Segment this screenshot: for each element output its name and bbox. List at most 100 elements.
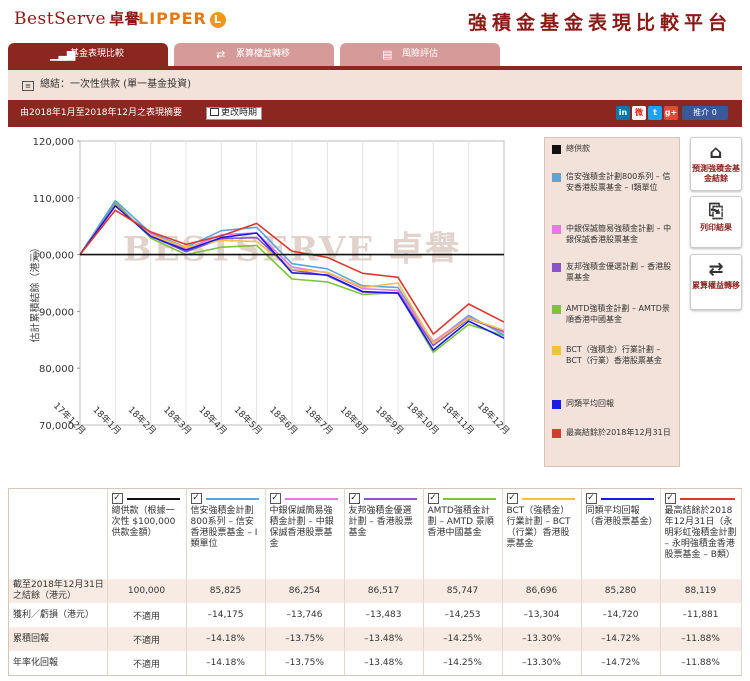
series-line-swatch [679,498,735,500]
change-period-button[interactable]: 更改時期 [206,107,263,120]
lipper-logo: LIPPER L [138,9,226,28]
y-tick-label: 110,000 [33,194,74,205]
checkbox-checked-icon[interactable]: ✓ [585,493,597,504]
legend-label: 總供款 [566,144,590,153]
column-header-label: BCT（強積金）行業計劃 – BCT（行業）香港股票基金 [506,506,571,549]
print-icon: ⎘ [708,201,724,222]
chart-legend: 總供款信安強積金計劃800系列 – 信安香港股票基金 – I類單位 中銀保誠簡易強… [544,137,680,467]
transfer-button[interactable]: ⇄ 累算權益轉移 [690,254,742,310]
table-cell: –11.88% [660,627,742,651]
table-cell: –14.72% [581,627,661,651]
projection-button[interactable]: ⌂ 預測強積金基金結餘 [690,137,742,191]
table-cell: –11.88% [660,651,742,675]
column-toggle[interactable]: ✓ [664,492,737,506]
header: BestServe 卓譽 LIPPER L 強積金基金表現比較平台 [0,0,750,42]
checkbox-checked-icon[interactable]: ✓ [664,493,676,504]
linkedin-icon[interactable]: in [616,106,630,120]
table-corner [9,489,108,579]
tab-benefit-transfer[interactable]: ⇄ 累算權益轉移 [174,43,334,66]
y-tick-label: 120,000 [33,137,74,148]
legend-item[interactable]: BCT（強積金）行業計劃 – BCT（行業）香港股票基金 [552,345,676,366]
projection-label: 預測強積金基金結餘 [692,164,740,183]
checkbox-checked-icon[interactable]: ✓ [427,493,439,504]
column-header: ✓ AMTD強積金計劃 – AMTD 景順香港中國基金 [423,489,503,579]
print-button[interactable]: ⎘ 列印結果 [690,196,742,248]
breadcrumb-text: 總結：一次性供款 (單一基金投資) [40,79,191,90]
legend-label: AMTD強積金計劃 – AMTD景順香港中國基金 [566,304,670,324]
table-cell: 不適用 [107,651,187,675]
main-tabs: ▁▃▆ 基金表現比較 ⇄ 累算權益轉移 ▤ 風險評估 [8,43,742,66]
table-cell: 86,254 [265,579,345,603]
tab-label: 基金表現比較 [70,49,125,59]
legend-label: 同類平均回報 [566,399,614,408]
column-toggle[interactable]: ✓ [190,492,261,506]
table-cell: –14.18% [186,627,266,651]
column-toggle[interactable]: ✓ [348,492,419,506]
legend-item[interactable]: AMTD強積金計劃 – AMTD景順香港中國基金 [552,304,676,325]
checkbox-checked-icon[interactable]: ✓ [269,493,281,504]
results-table: ✓ 總供款（根據一次性 $100,000 供款金額） ✓ 信安強積金計劃800系列 –… [9,489,742,675]
series-line-swatch [521,498,575,500]
column-toggle[interactable]: ✓ [111,492,182,506]
legend-item[interactable]: 同類平均回報 [552,399,676,410]
checkbox-checked-icon[interactable]: ✓ [190,493,202,504]
change-period-label: 更改時期 [221,108,258,118]
legend-item[interactable]: 總供款 [552,144,676,155]
column-header: ✓ 中銀保誠簡易強積金計劃 – 中銀保誠香港股票基金 [265,489,345,579]
y-axis-label: 估計累積結餘（港元） [30,242,42,343]
google-plus-icon[interactable]: g+ [664,106,678,120]
row-label: 年率化回報 [9,651,108,675]
table-cell: –14,253 [423,603,503,627]
table-cell: –13.75% [265,627,345,651]
legend-label: 信安強積金計劃800系列 – 信安香港股票基金 – I類單位 [566,172,671,192]
table-cell: –14,175 [186,603,266,627]
series-line-swatch [442,498,496,500]
legend-item[interactable]: 友邦強積金優選計劃 – 香港股票基金 [552,262,676,283]
tab-risk-assessment[interactable]: ▤ 風險評估 [340,43,500,66]
summary-icon: ≡ [22,81,34,91]
legend-item[interactable]: 中銀保誠簡易強積金計劃 – 中銀保誠香港股票基金 [552,224,676,245]
twitter-icon[interactable]: t [648,106,662,120]
column-toggle[interactable]: ✓ [269,492,340,506]
table-cell: –14.25% [423,627,503,651]
balance-chart: BESTSERVE 卓譽 120,000 110,000 100,000 90,000 8… [8,127,544,480]
swap-arrows-icon: ⇄ [216,48,226,61]
facebook-like-button[interactable]: 推介 0 [682,106,728,120]
page-title: 強積金基金表現比較平台 [467,12,732,34]
legend-label: BCT（強積金）行業計劃 – BCT（行業）香港股票基金 [566,345,662,365]
document-icon: ▤ [382,48,393,61]
row-label: 截至2018年12月31日之結餘（港元） [9,579,108,603]
table-cell: 86,696 [502,579,582,603]
tab-fund-performance[interactable]: ▁▃▆ 基金表現比較 [8,43,168,66]
breadcrumb: ≡ 總結：一次性供款 (單一基金投資) [8,70,742,100]
table-cell: –13.48% [344,651,424,675]
table-cell: 85,747 [423,579,503,603]
table-row: 獲利／虧損（港元） 不適用 –14,175 –13,746 –13,483 –14,253… [9,603,742,627]
legend-swatch [552,346,561,355]
legend-swatch [552,305,561,314]
checkbox-checked-icon[interactable]: ✓ [348,493,360,504]
series-line-swatch [126,498,180,500]
checkbox-checked-icon[interactable]: ✓ [111,493,123,504]
transfer-label: 累算權益轉移 [692,281,740,290]
legend-item[interactable]: 信安強積金計劃800系列 – 信安香港股票基金 – I類單位 [552,172,676,193]
legend-label: 中銀保誠簡易強積金計劃 – 中銀保誠香港股票基金 [566,224,672,244]
bestserve-logo[interactable]: BestServe 卓譽 [14,8,140,29]
legend-item[interactable]: 最高結餘於2018年12月31日 [552,428,676,439]
series-line-swatch [363,498,417,500]
column-toggle[interactable]: ✓ [585,492,656,506]
line-chart-svg: BESTSERVE 卓譽120,000110,000100,00090,0008… [33,137,513,437]
column-toggle[interactable]: ✓ [506,492,577,506]
results-table-wrapper: ✓ 總供款（根據一次性 $100,000 供款金額） ✓ 信安強積金計劃800系列 –… [8,488,742,676]
checkbox-checked-icon[interactable]: ✓ [506,493,518,504]
period-bar: 由2018年1月至2018年12月之表現摘要 更改時期 in 微 t g+ 推介 0 [8,100,742,127]
column-header: ✓ 最高結餘於2018年12月31日（永明彩虹強積金計劃 – 永明強積金香港股票基… [660,489,742,579]
column-header: ✓ BCT（強積金）行業計劃 – BCT（行業）香港股票基金 [502,489,582,579]
transfer-icon: ⇄ [708,259,724,280]
table-cell: –13.30% [502,651,582,675]
legend-swatch [552,145,561,154]
table-row: 累積回報 不適用 –14.18% –13.75% –13.48% –14.25% –13.3… [9,627,742,651]
bar-chart-icon: ▁▃▆ [50,48,76,61]
column-toggle[interactable]: ✓ [427,492,498,506]
weibo-icon[interactable]: 微 [632,106,646,120]
